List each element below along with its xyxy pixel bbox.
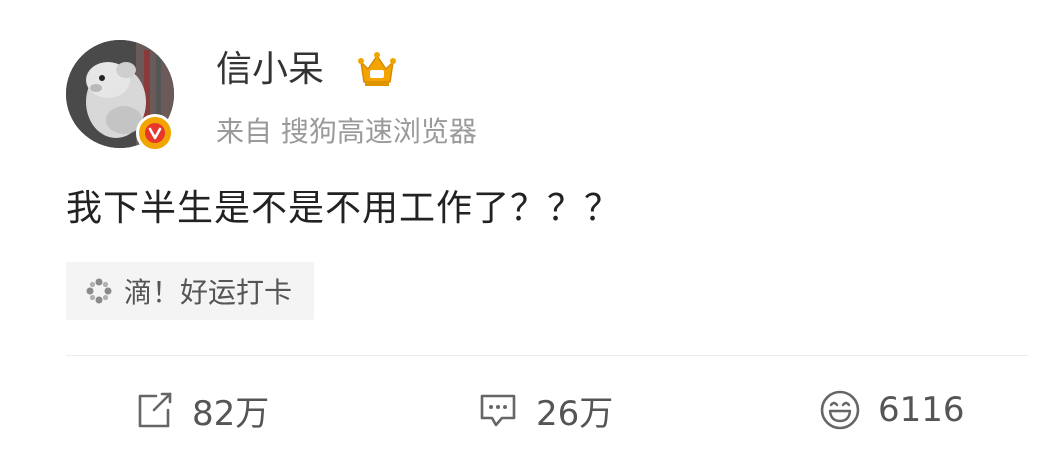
divider bbox=[66, 355, 1028, 356]
verified-badge bbox=[136, 114, 174, 152]
topic-tag[interactable]: 滴！好运打卡 bbox=[66, 262, 315, 320]
repost-icon bbox=[138, 392, 172, 428]
like-button[interactable]: 6116 bbox=[818, 380, 965, 440]
crown-vip-icon[interactable] bbox=[356, 48, 398, 90]
smile-like-icon bbox=[820, 390, 860, 430]
weibo-post-card: 信小呆 来自 搜狗高速浏览器 我下半生是不是不用工作了？？？ 滴！好运打卡 82… bbox=[0, 0, 1060, 465]
like-count: 6116 bbox=[878, 390, 965, 430]
action-bar: 82万 26万 6116 bbox=[0, 380, 1060, 440]
repost-button[interactable]: 82万 bbox=[132, 380, 269, 440]
post-text: 我下半生是不是不用工作了？？？ bbox=[66, 188, 622, 229]
sparkle-icon bbox=[86, 278, 112, 304]
topic-tag-label: 滴！好运打卡 bbox=[124, 276, 293, 309]
repost-count: 82万 bbox=[192, 393, 270, 434]
comment-count: 26万 bbox=[536, 393, 614, 434]
comment-icon bbox=[480, 394, 516, 427]
author-name[interactable]: 信小呆 bbox=[216, 48, 324, 92]
comment-button[interactable]: 26万 bbox=[476, 380, 613, 440]
post-source: 来自 搜狗高速浏览器 bbox=[216, 115, 477, 148]
verified-v-icon bbox=[145, 123, 165, 143]
avatar-container[interactable] bbox=[66, 40, 178, 152]
